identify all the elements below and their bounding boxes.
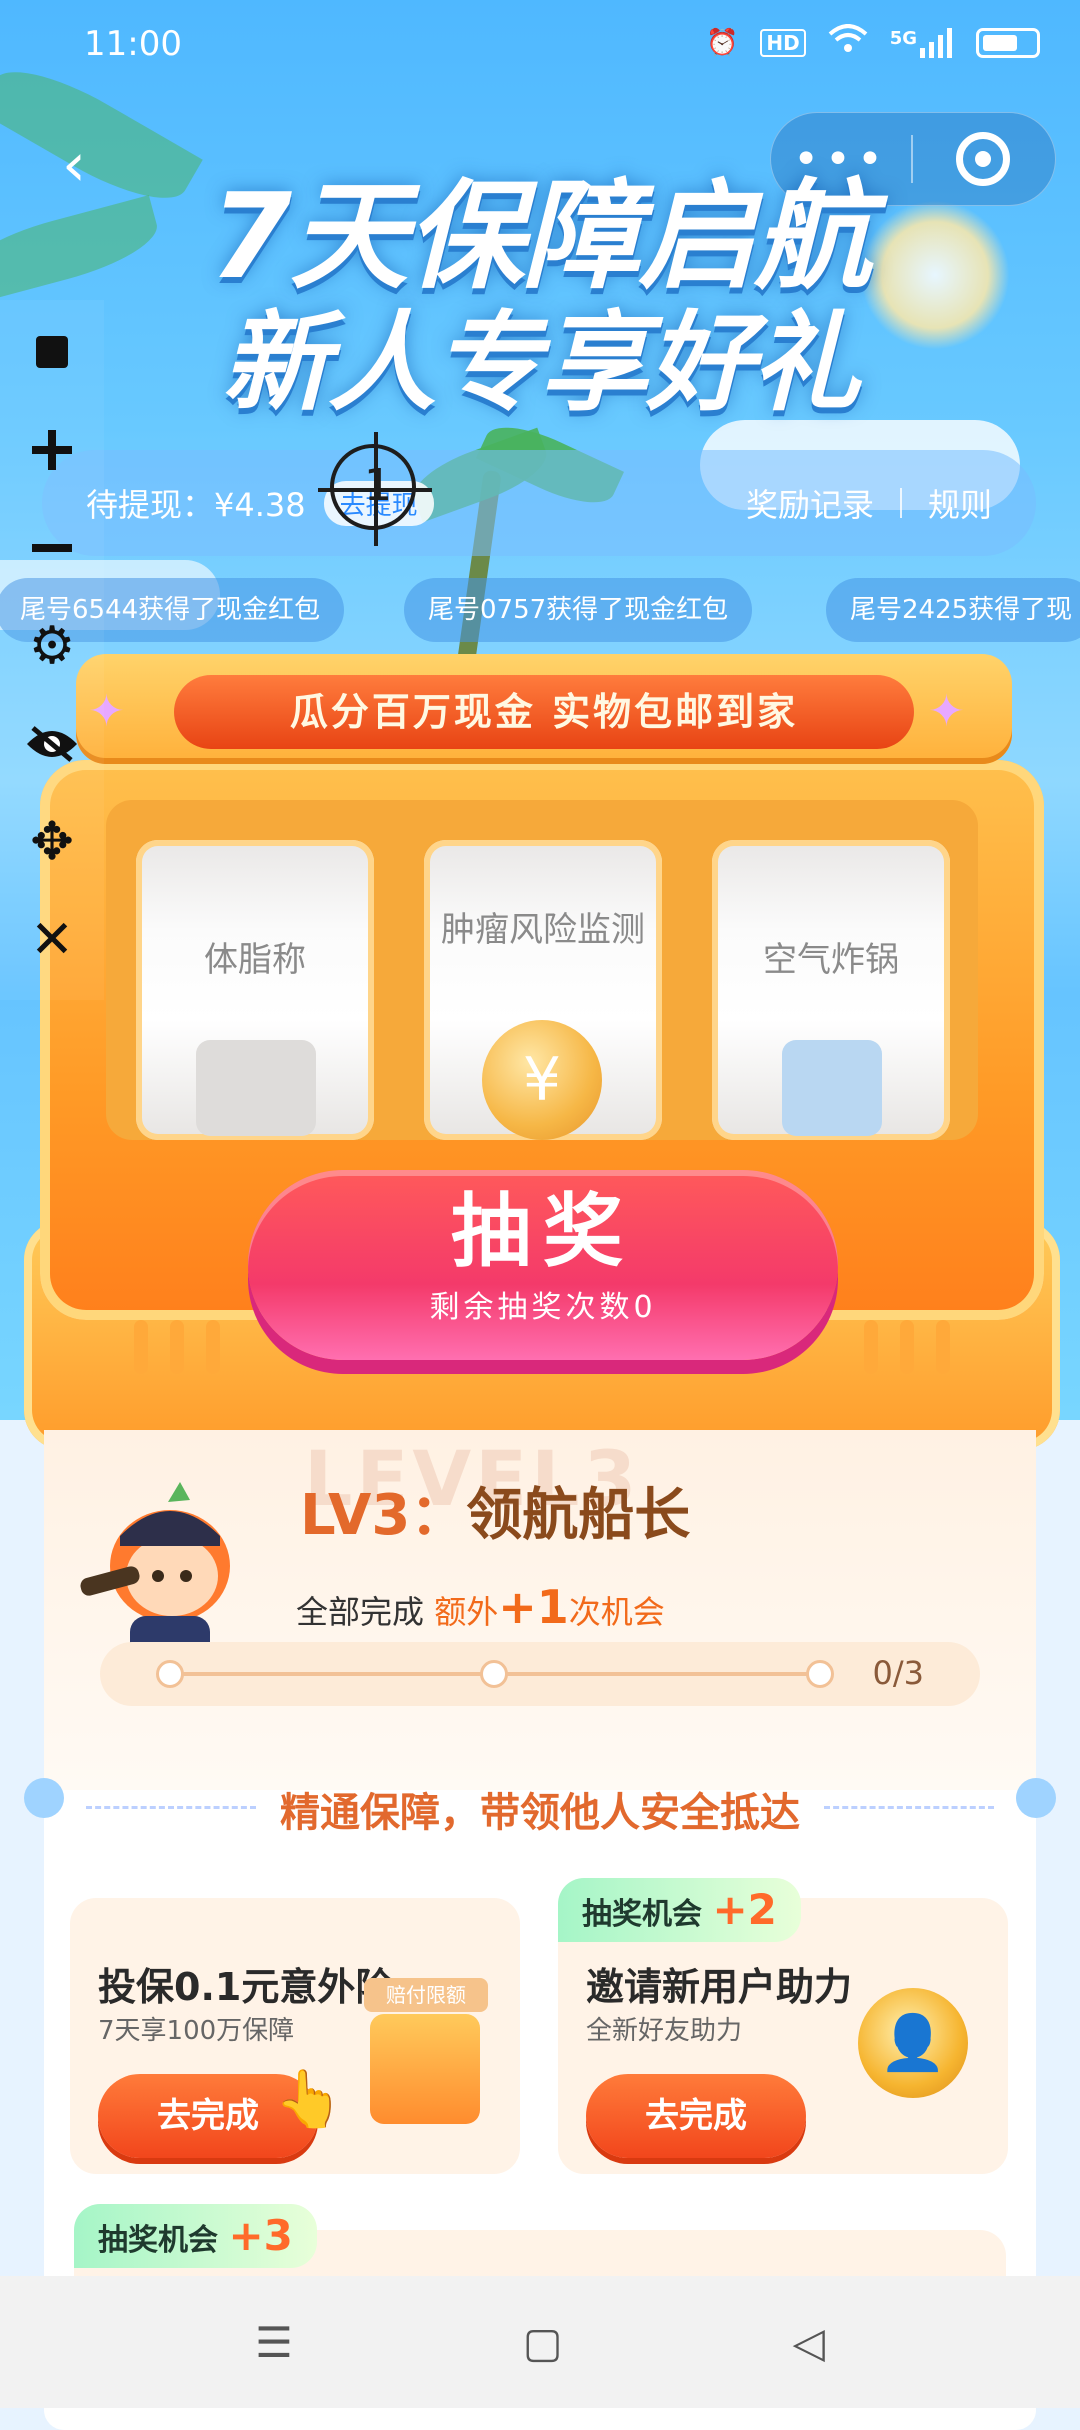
plus-icon[interactable] — [22, 420, 82, 480]
rice-cooker-image — [196, 1040, 316, 1136]
back-triangle-icon[interactable]: ◁ — [793, 2318, 825, 2367]
system-nav-bar: ☰ ▢ ◁ — [0, 2276, 1080, 2408]
draw-button-label: 抽奖 — [451, 1185, 635, 1278]
close-icon[interactable]: ✕ — [22, 910, 82, 970]
eye-off-icon[interactable] — [22, 714, 82, 774]
task-title: 邀请新用户助力 — [586, 1965, 853, 2009]
reel-prize-label: 肿瘤风险监测 — [441, 910, 645, 950]
reel-1: 体脂称 — [136, 840, 374, 1140]
alarm-icon: ⏰ — [705, 27, 739, 58]
minus-icon[interactable] — [22, 518, 82, 578]
slot-machine: ✦ ✦ 瓜分百万现金 实物包邮到家 体脂称 肿瘤风险监测 ¥ 空气炸锅 抽奖 剩… — [24, 630, 1060, 1470]
reel-prize-label: 体脂称 — [204, 940, 306, 980]
crosshair-marker: 1 — [318, 432, 432, 546]
stop-icon[interactable] — [22, 322, 82, 382]
draw-button[interactable]: 抽奖 剩余抽奖次数0 — [248, 1170, 838, 1360]
battery-icon — [976, 27, 1040, 58]
reward-info-bar: 待提现：¥4.38 去提现 奖励记录 规则 — [42, 450, 1036, 556]
progress-step — [806, 1660, 834, 1688]
task-desc: 7天享100万保障 — [98, 2016, 295, 2046]
status-bar: 11:00 ⏰ HD 5G — [0, 0, 1080, 96]
draw-chance-badge: 抽奖机会 +3 — [74, 2204, 317, 2268]
task-card-accident-insurance: 投保0.1元意外险 7天享100万保障 去完成 赔付限额 👆 — [70, 1898, 520, 2174]
reel-prize-label: 空气炸锅 — [763, 940, 899, 980]
section-title: 精通保障，带领他人安全抵达 — [280, 1790, 800, 1836]
level-bonus-text: 全部完成 额外+1次机会 — [296, 1580, 665, 1634]
remaining-draws: 剩余抽奖次数0 — [429, 1290, 657, 1325]
pending-withdraw-amount: 待提现：¥4.38 — [86, 486, 306, 524]
overlay-toolbar: ⚙ ✥ ✕ — [0, 300, 104, 1000]
menu-icon[interactable]: ☰ — [255, 2318, 293, 2367]
reward-records-link[interactable]: 奖励记录 — [746, 480, 874, 526]
status-time: 11:00 — [84, 24, 182, 64]
gift-label: 赔付限额 — [364, 1978, 488, 2012]
level-title: LV3：领航船长 — [300, 1470, 690, 1551]
reel-2: 肿瘤风险监测 ¥ — [424, 840, 662, 1140]
level-name: 领航船长 — [466, 1483, 691, 1548]
task-desc: 全新好友助力 — [586, 2016, 743, 2046]
level-progress: 0/3 — [100, 1642, 980, 1706]
reel-3: 空气炸锅 — [712, 840, 950, 1140]
gift-box-icon: 赔付限额 — [364, 1978, 488, 2124]
rules-link[interactable]: 规则 — [928, 480, 992, 526]
task-title: 投保0.1元意外险 — [98, 1965, 394, 2009]
move-icon[interactable]: ✥ — [22, 812, 82, 872]
gear-icon[interactable]: ⚙ — [22, 616, 82, 676]
home-icon[interactable]: ▢ — [523, 2318, 563, 2367]
hd-icon: HD — [760, 28, 806, 57]
doctor-avatar-image — [782, 1040, 882, 1136]
complete-task-button[interactable]: 去完成 — [586, 2074, 806, 2158]
pointing-hand-icon: 👆 — [274, 2067, 344, 2132]
progress-step — [156, 1660, 184, 1688]
task-card-invite-user: 抽奖机会 +2 邀请新用户助力 全新好友助力 去完成 👤 — [558, 1878, 1008, 2174]
yuan-coin-icon: ¥ — [482, 1020, 602, 1140]
hero-title-line2: 新人专享好礼 — [221, 301, 860, 426]
machine-banner: 瓜分百万现金 实物包邮到家 — [174, 675, 914, 749]
progress-step — [480, 1660, 508, 1688]
level-tag: LV3： — [300, 1483, 467, 1548]
marker-number: 1 — [364, 460, 392, 511]
wifi-icon — [828, 24, 868, 61]
progress-count: 0/3 — [872, 1654, 925, 1692]
draw-chance-badge: 抽奖机会 +2 — [558, 1878, 801, 1942]
sparkle-icon: ✦ — [928, 686, 965, 737]
medal-icon: 👤 — [858, 1988, 968, 2098]
5g-signal-icon: 5G — [890, 27, 954, 58]
